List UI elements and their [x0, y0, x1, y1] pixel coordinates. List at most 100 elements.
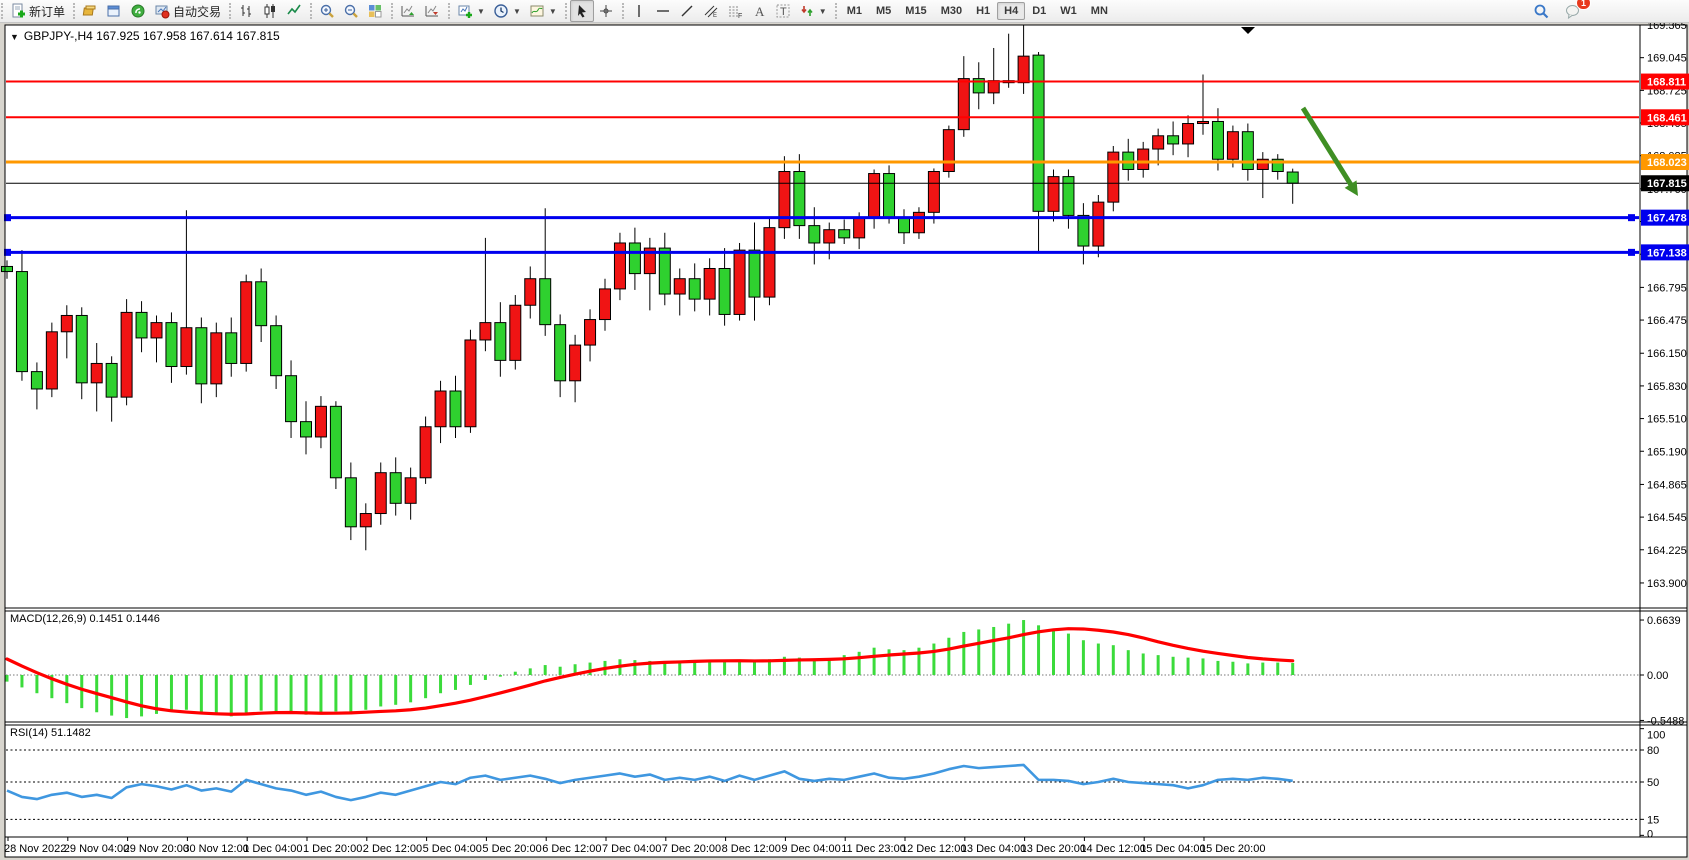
market-watch-button[interactable]: [126, 0, 150, 22]
cursor-button[interactable]: [570, 0, 594, 22]
chart-window[interactable]: 169.365169.045168.725168.405168.085167.7…: [0, 22, 1689, 860]
candle-body: [241, 282, 252, 364]
candle-body: [480, 323, 491, 340]
price-badge-label: 168.023: [1647, 157, 1687, 169]
rsi-axis-label: 50: [1647, 777, 1659, 789]
candle-body: [375, 473, 386, 514]
trendline-button[interactable]: [675, 0, 699, 22]
candle-body: [1168, 136, 1179, 144]
dropdown-arrow-icon: ▼: [513, 7, 521, 16]
candle-body: [704, 268, 715, 299]
indicators-list-button[interactable]: ▼: [525, 0, 561, 22]
timeframe-m30-button[interactable]: M30: [934, 2, 969, 20]
search-button[interactable]: [1529, 0, 1553, 22]
candle-body: [1227, 132, 1238, 160]
label-button[interactable]: T: [771, 0, 795, 22]
price-axis-label: 166.795: [1647, 282, 1687, 294]
candle-body: [809, 226, 820, 243]
mt4-terminal: 新订单 自动交易 ▼ ▼ ▼ EFAT ▼ M1M5M15M30H1H4D1W1MN 1 169…: [0, 0, 1689, 860]
price-axis-label: 166.475: [1647, 315, 1687, 327]
hline-anchor-marker[interactable]: [1628, 214, 1635, 221]
new-chart-button[interactable]: ▼: [453, 0, 489, 22]
zoom-out-icon: [343, 3, 359, 19]
time-axis-label: 30 Nov 12:00: [183, 843, 248, 855]
timeframe-mn-button[interactable]: MN: [1084, 2, 1115, 20]
candle-body: [629, 243, 640, 274]
arrows-button[interactable]: ▼: [795, 0, 831, 22]
hline-anchor-marker[interactable]: [1628, 249, 1635, 256]
time-axis-label: 13 Dec 20:00: [1021, 843, 1086, 855]
template-icon: [82, 3, 98, 19]
candle-body: [600, 289, 611, 320]
timeframe-d1-button[interactable]: D1: [1025, 2, 1053, 20]
zoom-in-button[interactable]: [315, 0, 339, 22]
profiles-button[interactable]: [102, 0, 126, 22]
price-axis-label: 163.900: [1647, 578, 1687, 590]
template-button[interactable]: [78, 0, 102, 22]
timeframe-w1-button[interactable]: W1: [1053, 2, 1084, 20]
chart-background[interactable]: [5, 25, 1687, 857]
time-axis-label: 7 Dec 20:00: [662, 843, 721, 855]
candle-body: [943, 130, 954, 172]
period-icon: [493, 3, 509, 19]
channel-button[interactable]: E: [699, 0, 723, 22]
bars-view-button[interactable]: [234, 0, 258, 22]
timeframe-group: M1M5M15M30H1H4D1W1MN: [834, 0, 1118, 22]
timeframe-h1-button[interactable]: H1: [969, 2, 997, 20]
candle-body: [779, 172, 790, 228]
period-button[interactable]: ▼: [489, 0, 525, 22]
candle-body: [271, 326, 282, 376]
timeframe-h4-button[interactable]: H4: [997, 2, 1025, 20]
candle-body: [1048, 177, 1059, 212]
candle-body: [585, 320, 596, 346]
candle-body: [674, 279, 685, 294]
candle-body: [1033, 55, 1044, 211]
autotrading-button-label: 自动交易: [173, 3, 221, 20]
text-button[interactable]: A: [747, 0, 771, 22]
candle-body: [614, 243, 625, 289]
zoom-out-button[interactable]: [339, 0, 363, 22]
new-order-button[interactable]: 新订单: [6, 0, 69, 22]
dropdown-arrow-icon: ▼: [819, 7, 827, 16]
price-badge-label: 167.138: [1647, 247, 1687, 259]
timeframe-m1-button[interactable]: M1: [840, 2, 869, 20]
candles-view-button[interactable]: [258, 0, 282, 22]
macd-axis-label: 0.6639: [1647, 615, 1681, 627]
candle-body: [46, 332, 57, 389]
vertical-line-icon: [631, 3, 647, 19]
auto-scroll-button[interactable]: [396, 0, 420, 22]
candle-body: [913, 212, 924, 232]
candle-body: [764, 228, 775, 297]
candle-body: [211, 333, 222, 384]
notifications-button[interactable]: 1: [1561, 0, 1585, 22]
chart-shift-button[interactable]: [420, 0, 444, 22]
candle-body: [1108, 152, 1119, 202]
candle-body: [76, 315, 87, 382]
candle-body: [1138, 149, 1149, 169]
candle-body: [16, 272, 27, 372]
price-chart[interactable]: 169.365169.045168.725168.405168.085167.7…: [0, 22, 1689, 860]
timeframe-m15-button[interactable]: M15: [898, 2, 933, 20]
candle-body: [345, 478, 356, 527]
svg-text:A: A: [755, 4, 765, 19]
time-axis-label: 6 Dec 12:00: [542, 843, 601, 855]
price-axis-label: 165.830: [1647, 381, 1687, 393]
time-axis-label: 5 Dec 20:00: [482, 843, 541, 855]
candle-body: [555, 325, 566, 381]
dropdown-arrow-icon: ▼: [549, 7, 557, 16]
price-axis-label: 165.510: [1647, 414, 1687, 426]
candle-body: [301, 422, 312, 437]
timeframe-m5-button[interactable]: M5: [869, 2, 898, 20]
crosshair-button[interactable]: [594, 0, 618, 22]
tile-windows-button[interactable]: [363, 0, 387, 22]
candle-body: [749, 250, 760, 297]
autotrading-button[interactable]: 自动交易: [150, 0, 225, 22]
line-view-button[interactable]: [282, 0, 306, 22]
candle-body: [196, 328, 207, 384]
vertical-line-button[interactable]: [627, 0, 651, 22]
candle-body: [1287, 172, 1298, 183]
candle-body: [719, 268, 730, 314]
fibonacci-button[interactable]: F: [723, 0, 747, 22]
candle-body: [136, 312, 147, 338]
horizontal-line-button[interactable]: [651, 0, 675, 22]
